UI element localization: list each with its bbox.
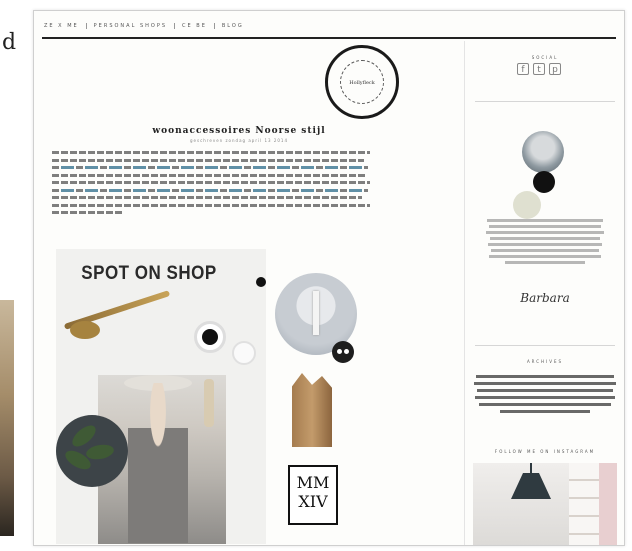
post-body (52, 151, 372, 219)
sidebar-divider (475, 101, 615, 102)
small-cup (232, 341, 256, 365)
top-nav: ZE X ME PERSONAL SHOPS CE BE BLOG (44, 23, 251, 29)
pendant-lamp (511, 473, 551, 499)
about-line (489, 255, 601, 258)
sidebar-divider (475, 345, 615, 346)
nav-item-blog[interactable]: BLOG (213, 23, 251, 29)
tag-line[interactable] (500, 410, 590, 413)
decor-dot (256, 277, 266, 287)
post-text-line (52, 188, 368, 192)
tag-cloud (473, 375, 617, 417)
nav-item-personal-shops[interactable]: PERSONAL SHOPS (85, 23, 174, 29)
facebook-icon[interactable]: f (517, 63, 529, 75)
about-line (491, 249, 599, 252)
tag-line[interactable] (475, 396, 615, 399)
tag-line[interactable] (479, 403, 611, 406)
post-text-line (52, 151, 370, 154)
spot-on-shop-image: SPOT ON SHOP (56, 249, 266, 544)
spoon-bowl (70, 321, 100, 339)
about-line (505, 261, 585, 264)
social-icons: f t p (517, 63, 561, 75)
about-text (485, 219, 605, 267)
edge-photo (0, 300, 14, 536)
post-text-line (52, 211, 122, 214)
logo-inner-ring: Hollyfleck (340, 60, 384, 104)
post-text-line (52, 166, 368, 169)
owl-icon (332, 341, 354, 363)
about-line (488, 243, 602, 246)
decor-circle-dark (533, 171, 555, 193)
blog-logo[interactable]: Hollyfleck (325, 45, 399, 119)
about-line (486, 231, 604, 234)
model-figure (128, 383, 188, 543)
about-line (487, 219, 603, 222)
mmxiv-poster: MM XIV (288, 465, 338, 525)
tag-line[interactable] (476, 375, 614, 378)
signature: Barbara (520, 291, 570, 305)
decor-circle (513, 191, 541, 219)
post-title[interactable]: woonaccessoires Noorse stijl (114, 126, 364, 136)
edge-letter: d (2, 30, 17, 55)
post-text-line (52, 181, 370, 184)
nav-item-ce[interactable]: CE BE (174, 23, 214, 29)
espresso-cup (194, 321, 226, 353)
blog-screenshot: ZE X ME PERSONAL SHOPS CE BE BLOG Hollyf… (33, 10, 625, 546)
post-text-line (52, 173, 366, 177)
twitter-icon[interactable]: t (533, 63, 545, 75)
lamp (313, 291, 319, 335)
nav-item-home[interactable]: ZE X ME (44, 23, 86, 29)
about-line (489, 225, 601, 228)
pinterest-icon[interactable]: p (549, 63, 561, 75)
logo-text: Hollyfleck (349, 80, 375, 86)
vase (204, 379, 214, 427)
pink-curtain (599, 463, 617, 545)
instagram-heading: FOLLOW ME ON INSTAGRAM (494, 449, 596, 454)
nav-divider (42, 37, 616, 39)
avatar[interactable] (522, 131, 564, 173)
spot-title: SPOT ON SHOP (81, 261, 217, 284)
archives-heading: ARCHIVES (526, 359, 564, 364)
tag-line[interactable] (474, 382, 616, 385)
about-line (490, 237, 600, 240)
post-text-line (52, 158, 364, 162)
instagram-photo[interactable] (473, 463, 617, 545)
social-heading: SOCIAL (531, 55, 559, 60)
post-text-line (52, 203, 370, 207)
post-text-line (52, 196, 362, 199)
wooden-houses (292, 373, 332, 447)
tag-line[interactable] (477, 389, 613, 392)
blog-sidebar: SOCIAL f t p Barbara ARCHIVES FOLLOW ME … (464, 41, 624, 545)
post-meta: geschreven zondag april 13 2014 (189, 138, 289, 143)
